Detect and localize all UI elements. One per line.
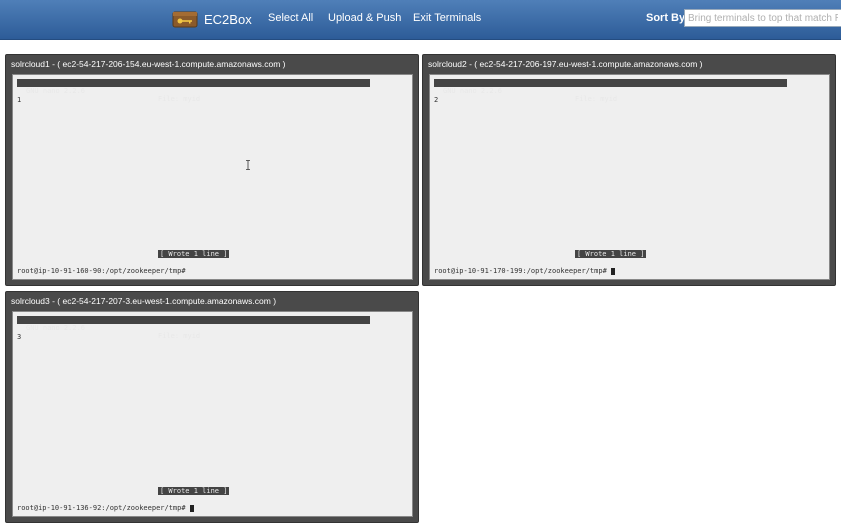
file-content: 1 bbox=[17, 96, 22, 104]
nano-file-name: File: myid bbox=[158, 332, 201, 340]
shell-prompt-text: root@ip-10-91-170-199:/opt/zookeeper/tmp… bbox=[434, 267, 607, 275]
terminal-title: solrcloud3 - ( ec2-54-217-207-3.eu-west-… bbox=[11, 296, 277, 306]
nano-status-message: [ Wrote 1 line ] bbox=[575, 250, 647, 258]
text-cursor-icon bbox=[246, 160, 250, 170]
shell-prompt-text: root@ip-10-91-160-90:/opt/zookeeper/tmp# bbox=[17, 267, 186, 275]
select-all-link[interactable]: Select All bbox=[268, 12, 313, 24]
nano-header-bar: GNU nano 2.2.6 File: myid bbox=[434, 79, 787, 103]
terminal-panel-3[interactable]: solrcloud3 - ( ec2-54-217-207-3.eu-west-… bbox=[5, 291, 419, 523]
sort-by-label: Sort By bbox=[646, 12, 686, 24]
shell-prompt-text: root@ip-10-91-136-92:/opt/zookeeper/tmp# bbox=[17, 504, 186, 512]
terminal-title: solrcloud1 - ( ec2-54-217-206-154.eu-wes… bbox=[11, 59, 286, 69]
file-content: 2 bbox=[434, 96, 439, 104]
sort-regex-input[interactable] bbox=[684, 9, 841, 27]
terminal-cursor bbox=[189, 504, 194, 512]
nano-file-name: File: myid bbox=[158, 95, 201, 103]
shell-prompt: root@ip-10-91-136-92:/opt/zookeeper/tmp# bbox=[17, 504, 194, 512]
terminal-cursor bbox=[610, 267, 615, 275]
brand-name: EC2Box bbox=[204, 11, 252, 27]
nano-version: GNU nano 2.2.6 bbox=[443, 87, 503, 95]
key-chest-icon bbox=[172, 11, 198, 28]
terminal-title: solrcloud2 - ( ec2-54-217-206-197.eu-wes… bbox=[428, 59, 703, 69]
terminal-panel-2[interactable]: solrcloud2 - ( ec2-54-217-206-197.eu-wes… bbox=[422, 54, 836, 286]
terminal-screen[interactable]: GNU nano 2.2.6 File: myid 3 [ Wrote 1 li… bbox=[12, 311, 413, 517]
shell-prompt: root@ip-10-91-170-199:/opt/zookeeper/tmp… bbox=[434, 267, 615, 275]
exit-terminals-link[interactable]: Exit Terminals bbox=[413, 12, 481, 24]
terminal-screen[interactable]: GNU nano 2.2.6 File: myid 2 [ Wrote 1 li… bbox=[429, 74, 830, 280]
nano-header-bar: GNU nano 2.2.6 File: myid bbox=[17, 79, 370, 103]
file-content: 3 bbox=[17, 333, 22, 341]
top-navbar: EC2Box Select All Upload & Push Exit Ter… bbox=[0, 0, 841, 40]
brand[interactable]: EC2Box bbox=[172, 7, 252, 31]
nano-file-name: File: myid bbox=[575, 95, 618, 103]
nano-status-message: [ Wrote 1 line ] bbox=[158, 487, 230, 495]
upload-push-link[interactable]: Upload & Push bbox=[328, 12, 401, 24]
nano-version: GNU nano 2.2.6 bbox=[26, 87, 86, 95]
shell-prompt: root@ip-10-91-160-90:/opt/zookeeper/tmp# bbox=[17, 267, 186, 275]
nano-status-message: [ Wrote 1 line ] bbox=[158, 250, 230, 258]
nano-header-bar: GNU nano 2.2.6 File: myid bbox=[17, 316, 370, 340]
terminal-panel-1[interactable]: solrcloud1 - ( ec2-54-217-206-154.eu-wes… bbox=[5, 54, 419, 286]
terminal-screen[interactable]: GNU nano 2.2.6 File: myid 1 [ Wrote 1 li… bbox=[12, 74, 413, 280]
nano-version: GNU nano 2.2.6 bbox=[26, 324, 86, 332]
